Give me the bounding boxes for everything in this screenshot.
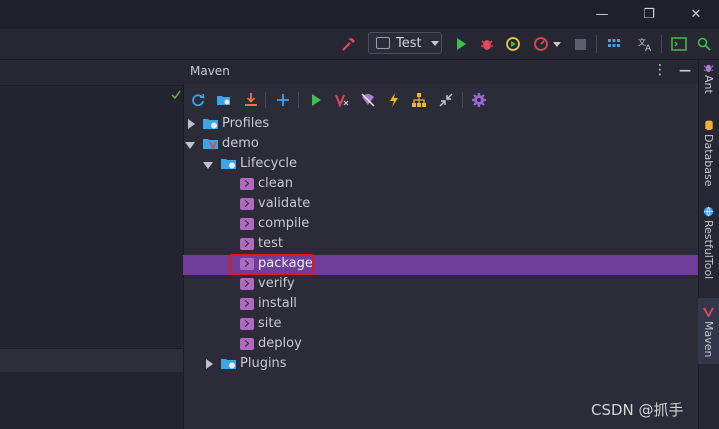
- tree-item-compile[interactable]: compile: [183, 215, 698, 235]
- expand-arrow-icon[interactable]: [188, 119, 195, 129]
- goal-icon: [240, 238, 254, 250]
- options-menu-icon[interactable]: ⋮: [653, 62, 667, 78]
- profiler-dropdown-icon[interactable]: [553, 42, 561, 47]
- maven-goal-icon[interactable]: [331, 89, 353, 111]
- lifecycle-folder-icon: [221, 159, 236, 169]
- sidebar-tab-label: Maven: [702, 321, 715, 358]
- minimize-button[interactable]: —: [579, 0, 625, 29]
- maven-panel-title: Maven: [190, 64, 230, 78]
- run-config-label: Test: [396, 35, 422, 51]
- goal-icon: [240, 318, 254, 330]
- goal-icon: [240, 278, 254, 290]
- tree-item-lifecycle[interactable]: Lifecycle: [183, 155, 698, 175]
- database-icon: [704, 120, 713, 131]
- goal-icon: [240, 338, 254, 350]
- tree-item-label: validate: [258, 196, 311, 211]
- tree-item-site[interactable]: site: [183, 315, 698, 335]
- chevron-down-icon: [430, 40, 439, 46]
- svg-text:A: A: [645, 44, 652, 52]
- sidebar-tab-label: RestfulTool: [702, 220, 715, 280]
- close-button[interactable]: ✕: [673, 0, 719, 29]
- tree-item-profiles[interactable]: Profiles: [183, 115, 698, 135]
- sidebar-tab-maven[interactable]: Maven: [698, 298, 719, 364]
- folder-icon: [203, 119, 218, 129]
- debug-icon[interactable]: [476, 33, 498, 55]
- run-configuration-select[interactable]: Test: [368, 32, 442, 54]
- reload-icon[interactable]: [187, 89, 209, 111]
- tree-item-label: compile: [258, 216, 310, 231]
- search-icon[interactable]: [693, 33, 715, 55]
- hide-panel-icon[interactable]: —: [679, 63, 691, 77]
- skip-tests-icon[interactable]: [357, 89, 379, 111]
- tree-item-plugins[interactable]: Plugins: [183, 355, 698, 375]
- goal-icon: [240, 218, 254, 230]
- tree-item-label: Lifecycle: [240, 156, 298, 171]
- collapse-arrow-icon[interactable]: [203, 162, 213, 169]
- toolbar-separator: [265, 92, 266, 108]
- bottom-panel: [0, 372, 183, 429]
- dependencies-icon[interactable]: [408, 89, 430, 111]
- toolbar-separator: [596, 35, 597, 53]
- tree-item-label: deploy: [258, 336, 302, 351]
- tree-item-validate[interactable]: validate: [183, 195, 698, 215]
- tree-item-label: Plugins: [240, 356, 287, 371]
- sidebar-tab-label: Ant: [702, 75, 715, 94]
- check-icon: [170, 86, 182, 105]
- tree-item-label: demo: [222, 136, 259, 151]
- toolbar-separator: [462, 92, 463, 108]
- structure-icon[interactable]: [603, 33, 625, 55]
- goal-icon: [240, 198, 254, 210]
- highlight-annotation: [229, 254, 314, 275]
- editor-bottom-bar: [0, 348, 183, 372]
- goal-icon: [240, 178, 254, 190]
- restore-button[interactable]: ❐: [626, 0, 672, 29]
- tree-item-clean[interactable]: clean: [183, 175, 698, 195]
- run-icon[interactable]: [450, 33, 472, 55]
- tree-item-demo[interactable]: demo: [183, 135, 698, 155]
- tree-item-label: test: [258, 236, 283, 251]
- hammer-icon[interactable]: [338, 33, 360, 55]
- tree-item-install[interactable]: install: [183, 295, 698, 315]
- globe-icon: [703, 206, 714, 217]
- terminal-icon[interactable]: [668, 33, 690, 55]
- collapse-arrow-icon[interactable]: [185, 142, 195, 149]
- sidebar-tab-restfultool[interactable]: RestfulTool: [698, 206, 719, 288]
- run-icon[interactable]: [305, 89, 327, 111]
- generate-sources-icon[interactable]: [213, 89, 235, 111]
- editor-area[interactable]: [0, 86, 183, 348]
- add-icon[interactable]: [272, 89, 294, 111]
- toolbar-separator: [661, 35, 662, 53]
- watermark: CSDN @抓手: [591, 401, 684, 419]
- plugins-folder-icon: [221, 359, 236, 369]
- settings-icon[interactable]: [468, 89, 490, 111]
- sidebar-tab-database[interactable]: Database: [698, 120, 719, 192]
- tree-item-test[interactable]: test: [183, 235, 698, 255]
- ant-icon: [703, 64, 714, 73]
- sidebar-tab-label: Database: [702, 134, 715, 187]
- lightning-icon[interactable]: [383, 89, 405, 111]
- tree-item-verify[interactable]: verify: [183, 275, 698, 295]
- goal-icon: [240, 298, 254, 310]
- tree-item-label: install: [258, 296, 297, 311]
- toolbar-separator: [298, 92, 299, 108]
- expand-arrow-icon[interactable]: [206, 359, 213, 369]
- tree-item-label: clean: [258, 176, 293, 191]
- download-icon[interactable]: [240, 89, 262, 111]
- maven-project-icon: [203, 139, 218, 150]
- stop-icon[interactable]: [569, 33, 591, 55]
- tree-item-label: site: [258, 316, 282, 331]
- maven-icon: [703, 307, 714, 317]
- tree-item-label: verify: [258, 276, 295, 291]
- translate-icon[interactable]: 文A: [635, 33, 657, 55]
- collapse-icon[interactable]: [435, 89, 457, 111]
- tree-item-label: Profiles: [222, 116, 270, 131]
- run-config-icon: [376, 37, 390, 49]
- tree-item-deploy[interactable]: deploy: [183, 335, 698, 355]
- coverage-icon[interactable]: [502, 33, 524, 55]
- maven-panel-header: [183, 60, 698, 84]
- sidebar-tab-ant[interactable]: Ant: [698, 62, 719, 106]
- profiler-icon[interactable]: [530, 33, 552, 55]
- editor-tab-bar: [0, 60, 183, 86]
